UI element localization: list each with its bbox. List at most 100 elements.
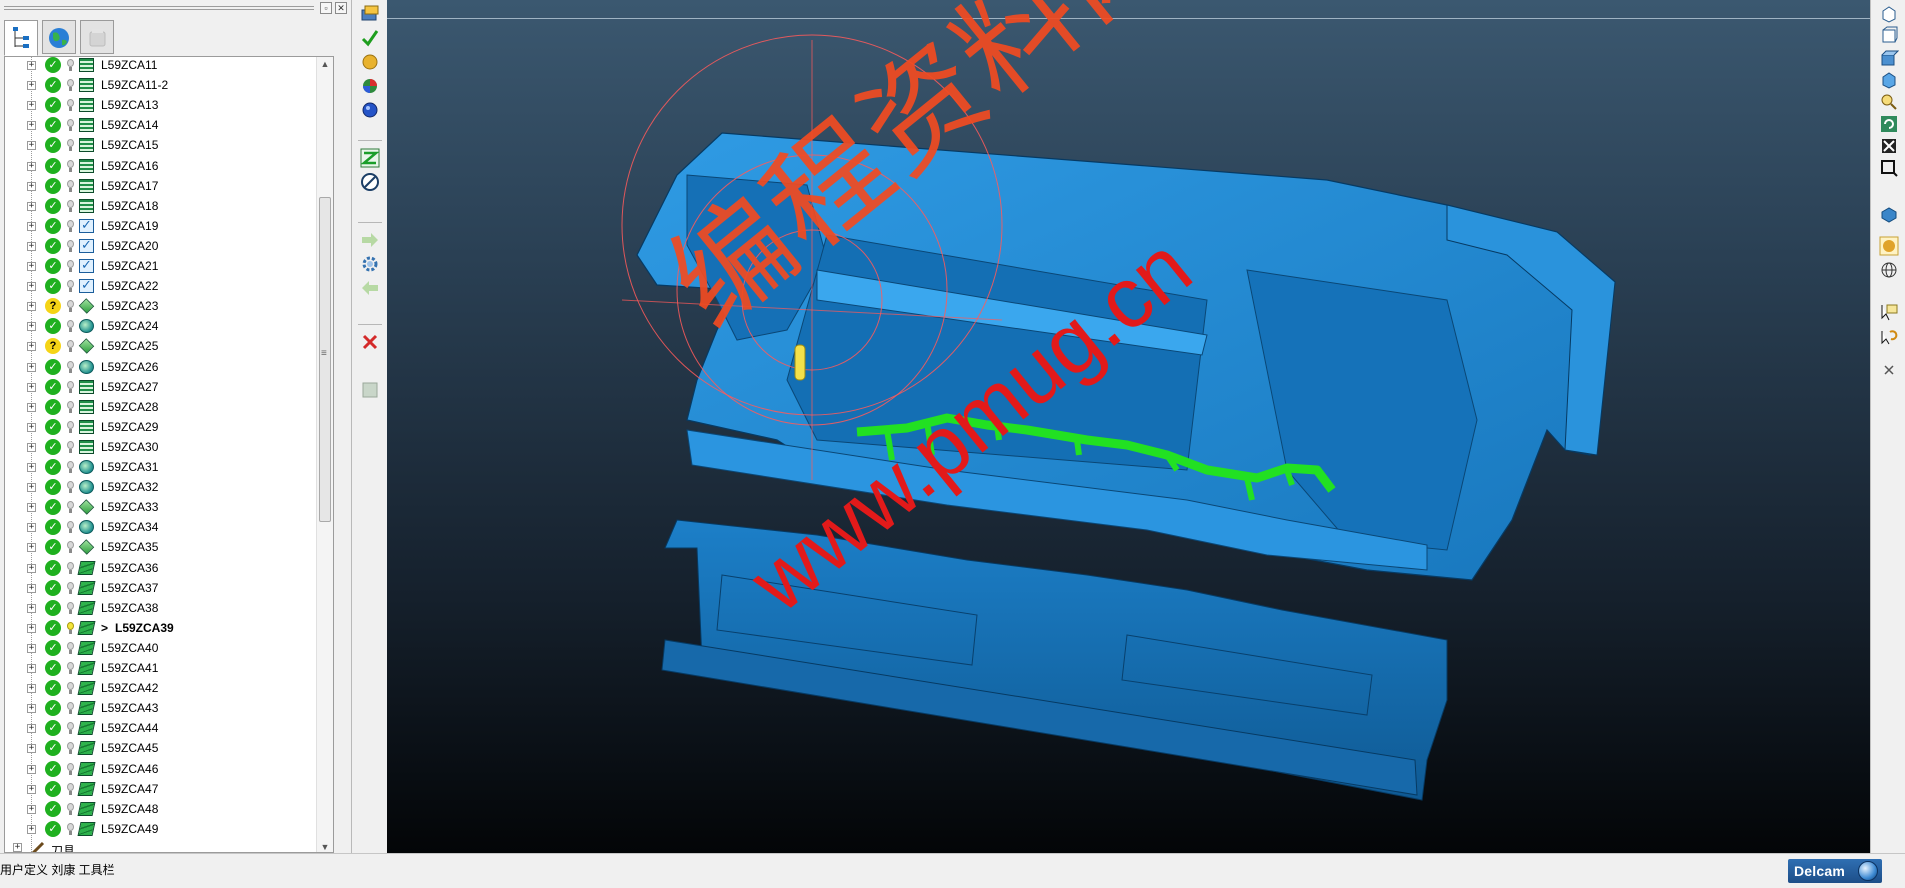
expand-toggle[interactable]: + [27, 603, 36, 613]
expand-toggle[interactable]: + [27, 262, 36, 271]
lightbulb-icon[interactable] [67, 802, 74, 815]
expand-toggle[interactable]: + [27, 81, 36, 91]
expand-toggle[interactable]: + [27, 784, 36, 794]
panel-close-button[interactable]: ✕ [335, 2, 347, 14]
expand-toggle[interactable]: + [27, 161, 36, 171]
lightbulb-icon[interactable] [67, 159, 74, 172]
question-status-icon[interactable]: ? [45, 338, 61, 355]
expand-toggle[interactable]: + [27, 664, 36, 673]
tab-globe[interactable] [42, 20, 76, 54]
view-top-icon[interactable] [1879, 48, 1899, 68]
expand-toggle[interactable]: + [27, 563, 36, 573]
lightbulb-icon[interactable] [67, 822, 74, 835]
expand-toggle[interactable]: + [27, 241, 36, 251]
expand-toggle[interactable]: + [27, 523, 36, 533]
toolpath-row[interactable]: + ✓ L59ZCA40 [5, 638, 325, 658]
check-status-icon[interactable]: ✓ [45, 258, 61, 274]
check-status-icon[interactable]: ✓ [45, 57, 61, 73]
check-status-icon[interactable]: ✓ [45, 780, 61, 797]
panel-grip[interactable] [4, 6, 314, 10]
toolpath-row[interactable]: + ✓ L59ZCA19 [5, 216, 325, 236]
check-status-icon[interactable]: ✓ [45, 539, 61, 556]
expand-toggle[interactable]: + [27, 543, 36, 553]
zigzag-toolpath-icon[interactable] [360, 148, 380, 168]
toolpath-row[interactable]: +? L59ZCA23 [5, 296, 325, 316]
expand-toggle[interactable]: + [27, 221, 36, 231]
tab-folder[interactable] [80, 20, 114, 54]
tab-explorer-tree[interactable] [4, 20, 38, 56]
check-status-icon[interactable]: ✓ [45, 177, 61, 194]
toolpath-row[interactable]: +? L59ZCA25 [5, 336, 325, 356]
scroll-thumb[interactable] [319, 197, 331, 522]
lightbulb-icon[interactable] [67, 400, 74, 413]
lightbulb-icon[interactable] [67, 219, 74, 232]
explorer-tree[interactable]: + ✓ L59ZCA11 + ✓ L59ZCA11-2 + ✓ L59ZCA13 + ✓ L59ZCA… [4, 56, 334, 853]
expand-toggle[interactable]: + [27, 342, 36, 352]
toolpath-row[interactable]: + ✓ L59ZCA30 [5, 437, 325, 457]
fit-all-icon[interactable] [1879, 136, 1899, 156]
select-cursor-icon[interactable] [1879, 302, 1899, 322]
check-status-icon[interactable]: ✓ [45, 619, 61, 636]
lightbulb-icon[interactable] [67, 420, 74, 433]
expand-toggle[interactable]: + [27, 302, 36, 312]
lightbulb-icon[interactable] [67, 722, 74, 735]
lightbulb-icon[interactable] [67, 179, 74, 192]
lightbulb-icon[interactable] [67, 360, 74, 373]
check-status-icon[interactable]: ✓ [45, 660, 61, 676]
panel-restore-button[interactable]: ▫ [320, 2, 332, 14]
lightbulb-icon[interactable] [67, 461, 74, 473]
check-status-icon[interactable]: ✓ [45, 820, 61, 837]
undo-select-icon[interactable] [1879, 326, 1899, 346]
check-status-icon[interactable]: ✓ [45, 720, 61, 737]
toolpath-row[interactable]: + ✓ L59ZCA37 [5, 578, 325, 598]
view-cube-icon[interactable] [1879, 70, 1899, 90]
toolpath-row[interactable]: + ✓ L59ZCA43 [5, 698, 325, 718]
check-status-icon[interactable]: ✓ [45, 217, 61, 234]
panel-titlebar[interactable]: ▫ ✕ [0, 0, 352, 16]
toolpath-row[interactable]: + ✓ L59ZCA38 [5, 598, 325, 618]
shaded-sphere-icon[interactable] [360, 52, 380, 72]
toolpath-row[interactable]: + ✓ L59ZCA29 [5, 417, 325, 437]
stock-model-icon[interactable] [360, 4, 380, 24]
toolpath-row[interactable]: + ✓ L59ZCA11 [5, 57, 325, 75]
toolpath-row[interactable]: + ✓ L59ZCA16 [5, 156, 325, 176]
lightbulb-icon[interactable] [67, 581, 74, 594]
check-status-icon[interactable]: ✓ [45, 680, 61, 697]
check-status-icon[interactable]: ✓ [45, 117, 61, 134]
view-iso-icon[interactable] [1879, 4, 1899, 24]
expand-toggle[interactable]: + [27, 101, 36, 111]
toolpath-row[interactable]: + ✓ L59ZCA32 [5, 477, 325, 497]
toolpath-row[interactable]: + ✓ L59ZCA26 [5, 357, 325, 377]
check-status-icon[interactable]: ✓ [45, 318, 61, 335]
blue-sphere-icon[interactable] [360, 100, 380, 120]
check-status-icon[interactable]: ✓ [45, 438, 61, 455]
lightbulb-icon[interactable] [67, 561, 74, 574]
expand-toggle[interactable]: + [27, 824, 36, 834]
expand-toggle[interactable]: + [27, 463, 36, 472]
lightbulb-icon[interactable] [67, 280, 74, 293]
expand-toggle[interactable]: + [27, 442, 36, 452]
toolpath-row[interactable]: + ✓ L59ZCA24 [5, 316, 325, 336]
toolpath-row[interactable]: + ✓ > L59ZCA39 [5, 618, 325, 638]
check-mark-icon[interactable] [360, 28, 380, 48]
check-status-icon[interactable]: ✓ [45, 137, 61, 154]
toolpath-row[interactable]: + ✓ L59ZCA17 [5, 176, 325, 196]
expand-toggle[interactable]: + [27, 804, 36, 814]
expand-toggle[interactable]: + [27, 382, 36, 392]
check-status-icon[interactable]: ✓ [45, 418, 61, 435]
toolpath-row[interactable]: + ✓ L59ZCA27 [5, 377, 325, 397]
check-status-icon[interactable]: ✓ [45, 237, 61, 254]
check-status-icon[interactable]: ✓ [45, 800, 61, 817]
expand-toggle[interactable]: + [27, 684, 36, 694]
lightbulb-icon[interactable] [67, 682, 74, 695]
expand-toggle[interactable]: + [27, 362, 36, 372]
toolpath-row[interactable]: + ✓ L59ZCA20 [5, 236, 325, 256]
toolpath-row[interactable]: + ✓ L59ZCA14 [5, 115, 325, 135]
expand-toggle[interactable]: + [27, 583, 36, 593]
shaded-icon[interactable] [1879, 236, 1899, 256]
forward-arrow-icon[interactable] [360, 230, 380, 250]
lightbulb-icon[interactable] [67, 139, 74, 152]
check-status-icon[interactable]: ✓ [45, 519, 61, 536]
lightbulb-icon[interactable] [67, 621, 74, 634]
expand-toggle[interactable]: + [27, 141, 36, 151]
